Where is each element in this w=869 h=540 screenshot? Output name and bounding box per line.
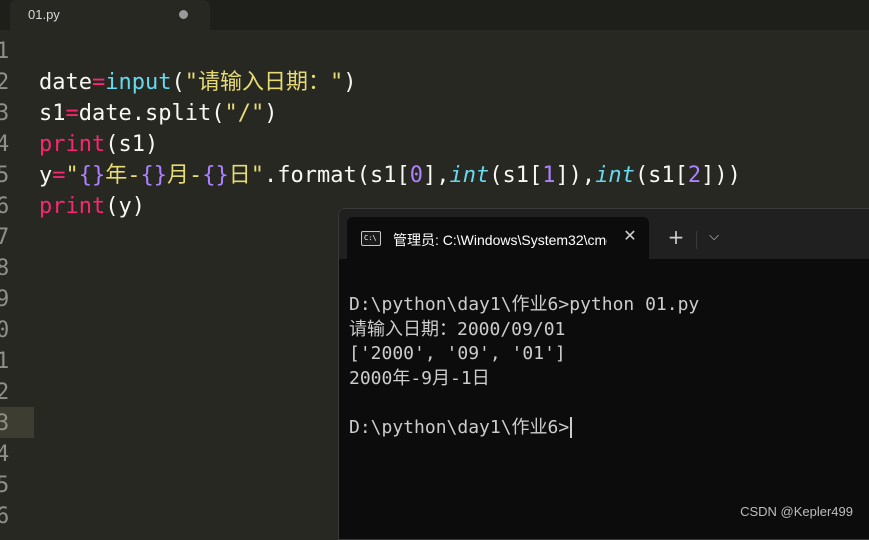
code-token: 月- bbox=[167, 163, 203, 188]
terminal-titlebar: C:\ 管理员: C:\Windows\System32\cmd.exe ✕ +… bbox=[339, 209, 869, 259]
code-token: 1 bbox=[542, 163, 556, 188]
code-token: = bbox=[65, 101, 79, 126]
line-number: 4 bbox=[0, 132, 10, 157]
code-token: {} bbox=[202, 163, 229, 188]
line-number: 8 bbox=[0, 256, 10, 281]
code-token: input bbox=[105, 70, 172, 95]
unsaved-dot-icon[interactable] bbox=[179, 10, 188, 19]
code-line-2[interactable]: date=input("请输入日期：") bbox=[39, 67, 741, 98]
code-token: print bbox=[39, 194, 106, 219]
terminal-window[interactable]: C:\ 管理员: C:\Windows\System32\cmd.exe ✕ +… bbox=[338, 208, 869, 540]
titlebar-divider bbox=[696, 231, 697, 249]
terminal-line: ['2000', '09', '01'] bbox=[349, 343, 566, 364]
code-token: "/" bbox=[224, 101, 265, 126]
terminal-tab[interactable]: C:\ 管理员: C:\Windows\System32\cmd.exe ✕ bbox=[347, 217, 649, 259]
code-token: (s1[ bbox=[634, 163, 688, 188]
code-token: int bbox=[449, 163, 490, 188]
code-token: .format(s1[ bbox=[264, 163, 410, 188]
code-token: 日" bbox=[228, 163, 264, 188]
code-token: int bbox=[595, 163, 635, 188]
code-editor[interactable]: date=input("请输入日期：") s1=date.split("/") … bbox=[39, 67, 741, 222]
code-token: print bbox=[39, 132, 106, 157]
text-cursor bbox=[570, 417, 573, 438]
code-token: (y) bbox=[105, 194, 145, 219]
watermark: CSDN @Kepler499 bbox=[740, 504, 853, 519]
tab-label: 01.py bbox=[28, 7, 60, 22]
editor-tab-bar: 01.py bbox=[0, 0, 869, 30]
code-token: 年- bbox=[105, 163, 141, 188]
code-token: 0 bbox=[409, 163, 423, 188]
code-token: {} bbox=[140, 163, 168, 188]
line-number: 6 bbox=[0, 504, 10, 529]
code-token: ])) bbox=[701, 163, 741, 188]
code-token: "请输入日期：" bbox=[184, 70, 344, 95]
code-token: (s1[ bbox=[489, 163, 543, 188]
close-tab-icon[interactable]: ✕ bbox=[619, 225, 641, 247]
tab-01-py[interactable]: 01.py bbox=[10, 0, 210, 30]
code-token: " bbox=[65, 163, 79, 188]
line-number: 3 bbox=[0, 411, 10, 436]
line-number: 1 bbox=[0, 349, 10, 374]
terminal-line: 2000年-9月-1日 bbox=[349, 367, 490, 389]
line-number: 7 bbox=[0, 225, 10, 250]
line-number: 2 bbox=[0, 380, 10, 405]
code-line-5[interactable]: y="{}年-{}月-{}日".format(s1[0],int(s1[1]),… bbox=[39, 160, 741, 191]
terminal-output[interactable]: D:\python\day1\作业6>python 01.py 请输入日期：20… bbox=[349, 293, 699, 440]
code-token: date bbox=[39, 70, 92, 95]
code-token: = bbox=[91, 70, 106, 95]
code-token: ( bbox=[171, 70, 185, 95]
terminal-prompt: D:\python\day1\作业6> bbox=[349, 416, 570, 438]
code-token: date.split( bbox=[78, 101, 225, 126]
line-number: 5 bbox=[0, 473, 10, 498]
line-number: 5 bbox=[0, 163, 10, 188]
terminal-line: D:\python\day1\作业6>python 01.py bbox=[349, 294, 700, 315]
line-number: 3 bbox=[0, 101, 10, 126]
code-token: ) bbox=[343, 70, 357, 95]
line-number: 1 bbox=[0, 39, 10, 64]
code-token: = bbox=[52, 163, 66, 188]
chevron-down-icon[interactable]: ⌵ bbox=[703, 226, 725, 248]
terminal-line: 请输入日期：2000/09/01 bbox=[349, 318, 566, 340]
line-number-gutter: 1 2 3 4 5 6 7 8 9 0 1 2 3 4 5 6 bbox=[0, 36, 30, 532]
line-number: 2 bbox=[0, 70, 10, 95]
line-number: 6 bbox=[0, 194, 10, 219]
cmd-icon: C:\ bbox=[361, 231, 381, 246]
code-token: y bbox=[39, 163, 53, 188]
line-number: 0 bbox=[0, 318, 10, 343]
code-line-3[interactable]: s1=date.split("/") bbox=[39, 98, 741, 129]
terminal-prompt-line[interactable]: D:\python\day1\作业6> bbox=[349, 416, 699, 441]
line-number: 4 bbox=[0, 442, 10, 467]
code-token: ) bbox=[264, 101, 278, 126]
code-token: s1 bbox=[39, 101, 66, 126]
new-tab-button[interactable]: + bbox=[665, 226, 687, 248]
code-token: 2 bbox=[687, 163, 702, 188]
code-token: ], bbox=[422, 163, 450, 188]
terminal-title: 管理员: C:\Windows\System32\cmd.exe bbox=[393, 232, 607, 248]
line-number: 9 bbox=[0, 287, 10, 312]
code-token: (s1) bbox=[105, 132, 159, 157]
code-line-4[interactable]: print(s1) bbox=[39, 129, 741, 160]
code-token: ]), bbox=[555, 163, 596, 188]
code-token: {} bbox=[78, 163, 106, 188]
